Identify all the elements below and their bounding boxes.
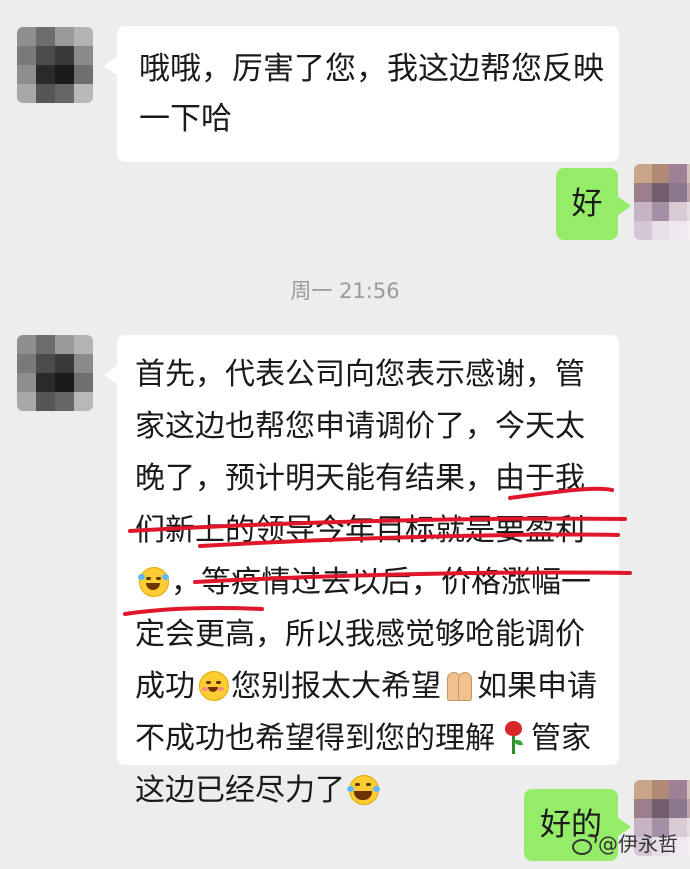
crying-laughing-emoji-icon	[136, 564, 170, 598]
message-text-line: 首先，代表公司向您表示感谢，管	[135, 357, 585, 392]
my-avatar[interactable]	[634, 164, 690, 240]
message-text-line: 哦哦，厉害了您，我这边帮您反映	[139, 51, 604, 87]
message-text-segment: 不成功也希望得到您的理解	[135, 721, 495, 756]
message-text-segment: 您别报太大希望	[231, 669, 441, 704]
message-text-line: 不成功也希望得到您的理解 管家	[135, 713, 601, 765]
watermark-text: @伊永哲	[598, 832, 678, 856]
message-text-line: 一下哈	[139, 101, 232, 137]
message-text-line: 晚了，预计明天能有结果，由于我	[135, 461, 585, 496]
incoming-message-bubble[interactable]: 首先，代表公司向您表示感谢，管 家这边也帮您申请调价了，今天太 晚了，预计明天能…	[104, 335, 619, 808]
message-text-segment: 管家	[531, 721, 591, 756]
contact-avatar[interactable]	[17, 335, 93, 411]
message-text-segment: 如果申请	[477, 669, 597, 704]
message-text-segment: 成功	[135, 669, 195, 704]
message-text-line: 家这边也帮您申请调价了，今天太	[135, 409, 585, 444]
message-text-line: ，等疫情过去以后，价格涨幅一	[135, 557, 601, 609]
message-text-segment: ，等疫情过去以后，价格涨幅一	[171, 565, 591, 600]
incoming-message-bubble[interactable]: 哦哦，厉害了您，我这边帮您反映 一下哈	[104, 26, 619, 162]
message-text-line: 们新上的领导今年目标就是要盈利	[135, 513, 585, 548]
message-text-segment: 这边已经尽力了	[135, 773, 345, 808]
folded-hands-emoji-icon	[442, 668, 476, 702]
outgoing-message-bubble[interactable]: 好	[556, 168, 631, 240]
message-timestamp: 周一 21:56	[290, 279, 400, 303]
rose-emoji-icon	[496, 720, 530, 754]
weibo-watermark: @伊永哲	[570, 828, 678, 857]
shy-smile-emoji-icon	[196, 668, 230, 702]
message-text-line: 成功 您别报太大希望 如果申请	[135, 661, 601, 713]
message-text-line: 定会更高，所以我感觉够呛能调价	[135, 617, 585, 652]
weibo-logo-icon	[570, 833, 597, 855]
tears-of-joy-emoji-icon	[346, 772, 380, 806]
message-text: 好	[571, 186, 603, 222]
contact-avatar[interactable]	[17, 27, 93, 103]
